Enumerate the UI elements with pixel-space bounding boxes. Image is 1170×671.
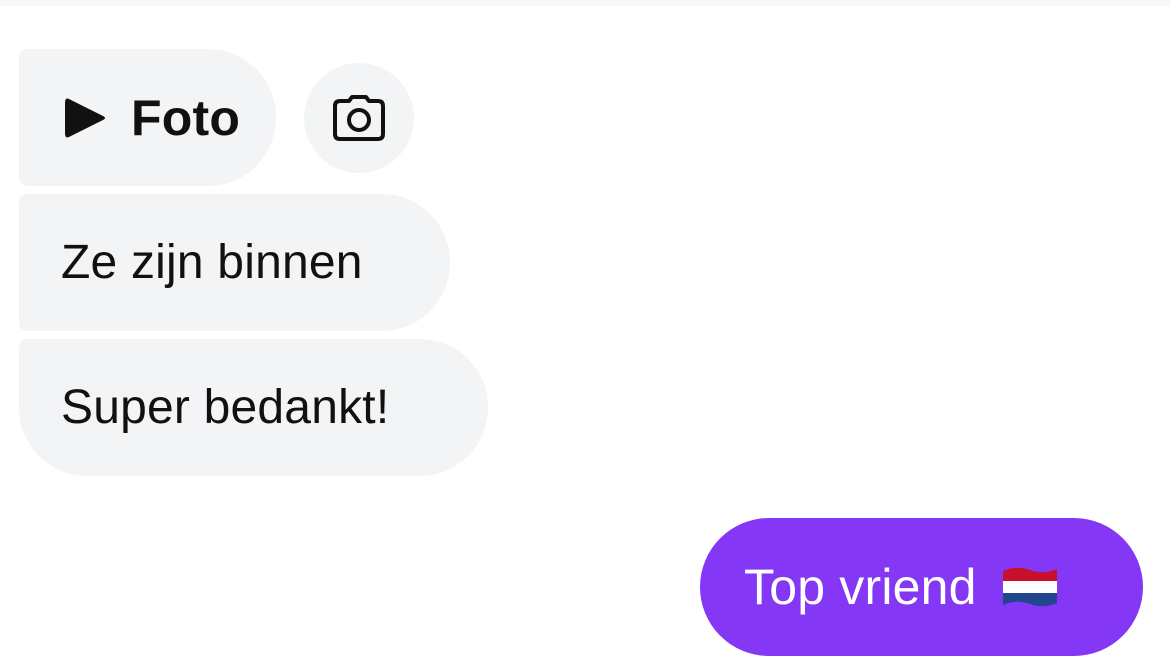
outgoing-message[interactable]: Top vriend <box>700 518 1143 656</box>
incoming-message[interactable]: Ze zijn binnen <box>19 194 450 331</box>
incoming-message[interactable]: Super bedankt! <box>19 339 488 476</box>
photo-message-bubble[interactable]: Foto <box>19 49 276 186</box>
netherlands-flag-icon <box>1002 567 1057 607</box>
message-text: Ze zijn binnen <box>61 236 363 289</box>
chat-screen: Foto Ze zijn binnen Super bedankt! Top v… <box>0 0 1170 671</box>
message-text: Top vriend <box>744 559 977 615</box>
photo-label: Foto <box>131 89 241 146</box>
camera-icon <box>333 95 385 141</box>
camera-button[interactable] <box>304 63 414 173</box>
message-text: Super bedankt! <box>61 381 390 434</box>
top-divider <box>0 0 1170 6</box>
play-icon <box>65 98 105 137</box>
